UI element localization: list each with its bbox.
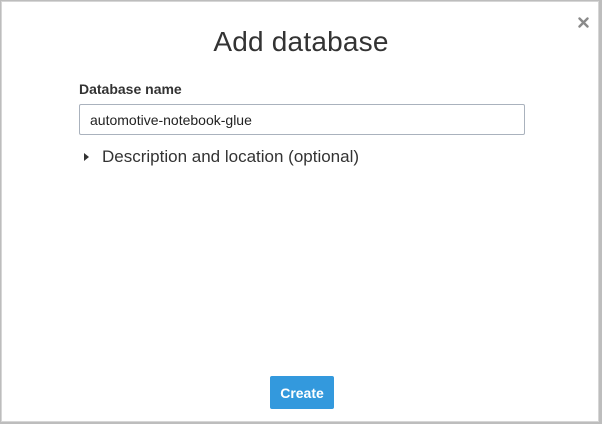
dialog-title: Add database — [213, 26, 389, 57]
caret-right-icon — [84, 153, 89, 161]
database-name-label: Database name — [79, 81, 182, 97]
database-name-input[interactable] — [79, 104, 525, 135]
create-button[interactable]: Create — [270, 376, 334, 409]
description-location-label: Description and location (optional) — [102, 147, 360, 166]
description-location-toggle[interactable]: Description and location (optional) — [84, 147, 359, 167]
add-database-dialog: Add database Database name Description a… — [1, 1, 599, 422]
